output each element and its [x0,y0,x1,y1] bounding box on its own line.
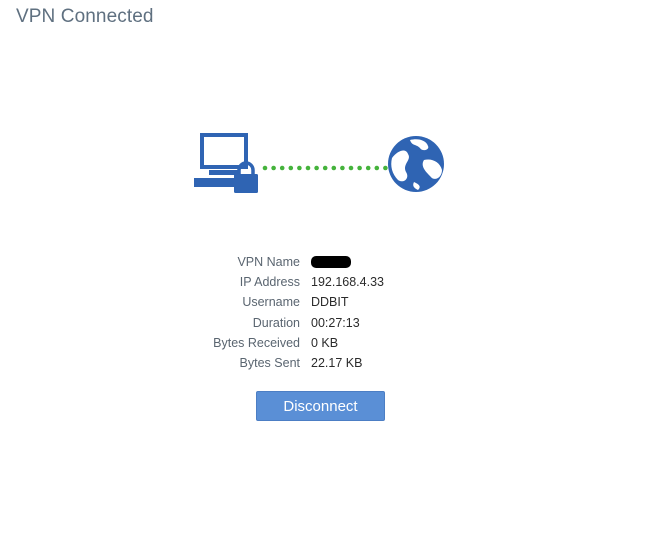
connection-dots [262,165,388,171]
ip-address-value: 192.168.4.33 [311,275,384,290]
connector-dot [262,165,268,171]
connector-dot [305,165,311,171]
detail-row-ip-address: IP Address 192.168.4.33 [200,272,460,292]
username-value: DDBIT [311,295,349,310]
detail-row-username: Username DDBIT [200,292,460,312]
vpn-status-page: VPN Connected VPN Name IP Address 192.16… [0,0,650,535]
connector-dot [348,165,354,171]
connector-dot [374,165,380,171]
connector-dot [340,165,345,171]
duration-value: 00:27:13 [311,315,360,330]
redacted-bar [311,255,351,268]
detail-row-vpn-name: VPN Name [200,252,460,272]
bytes-received-label: Bytes Received [213,335,300,350]
connector-dot [288,165,294,171]
connection-details: VPN Name IP Address 192.168.4.33 Usernam… [200,252,460,373]
vpn-name-value [311,255,351,270]
vpn-name-label: VPN Name [237,255,300,270]
connector-dot [357,165,362,171]
detail-row-bytes-sent: Bytes Sent 22.17 KB [200,353,460,373]
detail-row-duration: Duration 00:27:13 [200,313,460,333]
disconnect-button[interactable]: Disconnect [256,391,385,421]
page-title: VPN Connected [16,6,154,27]
connector-dot [331,165,337,171]
username-label: Username [242,295,300,310]
connector-dot [322,165,328,171]
bytes-received-value: 0 KB [311,335,339,350]
ip-address-label: IP Address [239,275,300,290]
connector-dot [297,165,302,171]
connector-dot [271,165,276,171]
connection-graphic [194,133,444,193]
globe-icon [388,136,444,192]
duration-label: Duration [252,315,300,330]
bytes-sent-value: 22.17 KB [311,356,363,371]
connector-dot [383,165,388,171]
connector-dot [279,165,285,171]
bytes-sent-label: Bytes Sent [239,356,300,371]
detail-row-bytes-received: Bytes Received 0 KB [200,333,460,353]
computer-lock-icon [194,133,258,193]
connector-dot [314,165,319,171]
connector-dot [365,165,371,171]
